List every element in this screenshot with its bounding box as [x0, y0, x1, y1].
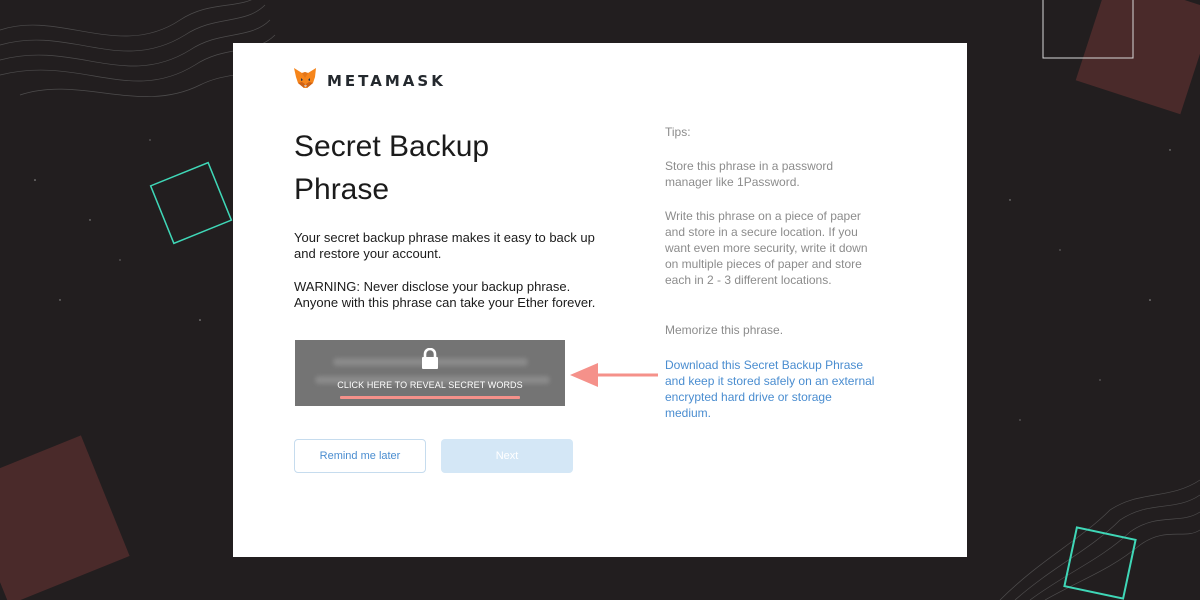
topographic-lines-bottom-right — [999, 479, 1200, 600]
tip-password-manager: Store this phrase in a password manager … — [665, 159, 834, 189]
description-text: Your secret backup phrase makes it easy … — [294, 230, 595, 261]
tips-heading: Tips: — [665, 125, 691, 139]
teal-square-left — [149, 161, 233, 245]
metamask-logo: METAMASK — [293, 67, 446, 95]
reveal-label: CLICK HERE TO REVEAL SECRET WORDS — [337, 380, 523, 390]
download-phrase-link[interactable]: Download this Secret Backup Phrase and k… — [665, 357, 875, 421]
tip-memorize: Memorize this phrase. — [665, 323, 784, 337]
maroon-square-top-right — [1075, 0, 1200, 115]
remind-me-later-button[interactable]: Remind me later — [294, 439, 426, 473]
fox-icon — [293, 67, 318, 95]
secret-phrase-card: METAMASK Secret Backup Phrase Your secre… — [233, 43, 967, 557]
lock-icon — [421, 347, 439, 375]
arrow-left-icon — [570, 363, 658, 387]
warning-text: WARNING: Never disclose your backup phra… — [294, 279, 596, 310]
brand-name: METAMASK — [327, 72, 446, 90]
next-button[interactable]: Next — [441, 439, 573, 473]
tip-paper-copies: Write this phrase on a piece of paper an… — [665, 209, 868, 287]
highlight-underline — [340, 396, 520, 399]
teal-square-bottom-right — [1063, 526, 1137, 600]
reveal-secret-words-button[interactable]: CLICK HERE TO REVEAL SECRET WORDS — [295, 340, 565, 406]
maroon-square-bottom-left — [0, 435, 130, 600]
page-title: Secret Backup Phrase — [294, 130, 490, 206]
